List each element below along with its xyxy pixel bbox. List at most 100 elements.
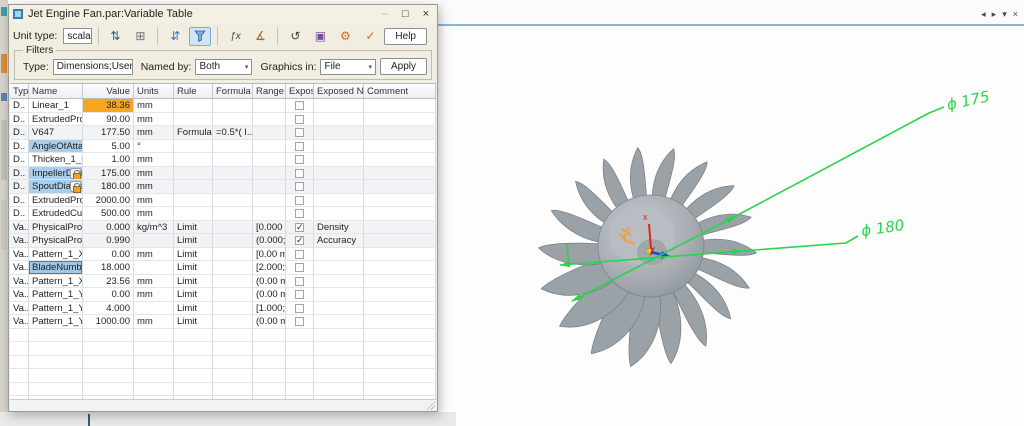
column-header-comment[interactable]: Comment — [364, 84, 436, 98]
table-row[interactable]: Va..Pattern_1_YD...4.000Limit[1.000;) — [10, 302, 436, 316]
cell-expose[interactable] — [286, 207, 314, 220]
expose-checkbox[interactable] — [295, 250, 304, 259]
cell-expose[interactable] — [286, 234, 314, 247]
empty-cell[interactable] — [286, 342, 314, 355]
cell-comment[interactable] — [364, 140, 436, 153]
tab-scroll-right-icon[interactable]: ▸ — [992, 9, 997, 19]
cell-name[interactable]: Pattern_1_XD... — [29, 275, 83, 288]
refresh-icon[interactable]: ↺ — [284, 27, 306, 46]
cell-range[interactable]: (0.000;1... — [253, 234, 286, 247]
cell-exposed-name[interactable] — [314, 126, 364, 139]
empty-cell[interactable] — [134, 329, 174, 342]
cell-comment[interactable] — [364, 99, 436, 112]
cell-value[interactable]: 23.56 — [83, 275, 134, 288]
empty-table-row[interactable] — [10, 356, 436, 370]
cell-range[interactable]: [2.000;) — [253, 261, 286, 274]
empty-table-row[interactable] — [10, 342, 436, 356]
cell-range[interactable] — [253, 194, 286, 207]
cell-type[interactable]: D.. — [10, 140, 29, 153]
empty-table-row[interactable] — [10, 329, 436, 343]
cell-formula[interactable] — [213, 99, 253, 112]
cell-expose[interactable] — [286, 180, 314, 193]
column-header-value[interactable]: Value — [83, 84, 134, 98]
variable-name[interactable]: V647 — [32, 127, 54, 138]
cell-comment[interactable] — [364, 248, 436, 261]
cell-value[interactable]: 0.00 — [83, 288, 134, 301]
variable-name[interactable]: Linear_1 — [32, 100, 69, 111]
empty-cell[interactable] — [364, 329, 436, 342]
cell-value[interactable]: 175.00 — [83, 167, 134, 180]
cell-units[interactable] — [134, 302, 174, 315]
reorder-icon[interactable]: ⇵ — [164, 27, 186, 46]
cell-value[interactable]: 2000.00 — [83, 194, 134, 207]
variable-name[interactable]: ExtrudedProt... — [32, 195, 83, 206]
cell-type[interactable]: D.. — [10, 207, 29, 220]
empty-cell[interactable] — [286, 369, 314, 382]
cell-exposed-name[interactable] — [314, 194, 364, 207]
tab-scroll-left-icon[interactable]: ◂ — [981, 9, 986, 19]
cell-comment[interactable] — [364, 153, 436, 166]
cell-formula[interactable] — [213, 248, 253, 261]
maximize-button[interactable]: □ — [402, 8, 409, 20]
cell-rule[interactable]: Limit — [174, 288, 213, 301]
cell-range[interactable]: [0.00 m... — [253, 248, 286, 261]
cell-units[interactable]: ° — [134, 140, 174, 153]
column-header-range[interactable]: Range — [253, 84, 286, 98]
table-row[interactable]: D..V647177.50mmFormula=0.5*( I... — [10, 126, 436, 140]
empty-cell[interactable] — [286, 383, 314, 396]
cell-exposed-name[interactable] — [314, 167, 364, 180]
cell-type[interactable]: D.. — [10, 99, 29, 112]
column-header-type[interactable]: Type — [10, 84, 29, 98]
cell-comment[interactable] — [364, 180, 436, 193]
cell-rule[interactable] — [174, 99, 213, 112]
variable-name[interactable]: Pattern_1_YD... — [32, 316, 83, 327]
cell-comment[interactable] — [364, 275, 436, 288]
cell-formula[interactable] — [213, 153, 253, 166]
variable-name[interactable]: Pattern_1_XD... — [32, 249, 83, 260]
cell-value[interactable]: 177.50 — [83, 126, 134, 139]
cell-name[interactable]: AngleOfAttach — [29, 140, 83, 153]
expose-checkbox[interactable] — [295, 263, 304, 272]
cell-value[interactable]: 38.36 — [83, 99, 134, 112]
empty-cell[interactable] — [134, 342, 174, 355]
dialog-titlebar[interactable]: Jet Engine Fan.par:Variable Table – □ × — [9, 5, 437, 23]
variable-name[interactable]: Pattern_1_XD... — [32, 276, 83, 287]
copy-table-icon[interactable]: ▣ — [309, 27, 331, 46]
cell-exposed-name[interactable] — [314, 288, 364, 301]
cell-range[interactable] — [253, 113, 286, 126]
table-row[interactable]: Va..BladeNumber18.000Limit[2.000;) — [10, 261, 436, 275]
empty-cell[interactable] — [134, 369, 174, 382]
column-header-exposedna[interactable]: Exposed Na... — [314, 84, 364, 98]
empty-cell[interactable] — [213, 342, 253, 355]
cell-range[interactable]: (0.00 m... — [253, 315, 286, 328]
cell-units[interactable]: mm — [134, 153, 174, 166]
empty-cell[interactable] — [314, 342, 364, 355]
cell-comment[interactable] — [364, 113, 436, 126]
cell-rule[interactable] — [174, 140, 213, 153]
expose-checkbox[interactable] — [295, 155, 304, 164]
cell-value[interactable]: 1000.00 — [83, 315, 134, 328]
expose-checkbox[interactable] — [295, 236, 304, 245]
cell-expose[interactable] — [286, 113, 314, 126]
cell-comment[interactable] — [364, 221, 436, 234]
cell-rule[interactable]: Limit — [174, 315, 213, 328]
empty-cell[interactable] — [253, 356, 286, 369]
empty-cell[interactable] — [29, 356, 83, 369]
cell-units[interactable]: mm — [134, 99, 174, 112]
cell-formula[interactable] — [213, 140, 253, 153]
cell-name[interactable]: Pattern_1_XD... — [29, 248, 83, 261]
expose-checkbox[interactable] — [295, 277, 304, 286]
empty-cell[interactable] — [253, 342, 286, 355]
empty-cell[interactable] — [29, 329, 83, 342]
cell-formula[interactable] — [213, 261, 253, 274]
cell-expose[interactable] — [286, 140, 314, 153]
cell-comment[interactable] — [364, 126, 436, 139]
cell-type[interactable]: Va.. — [10, 221, 29, 234]
table-row[interactable]: D..Linear_1 38.36mm — [10, 99, 436, 113]
cell-value[interactable]: 4.000 — [83, 302, 134, 315]
cell-range[interactable] — [253, 140, 286, 153]
cell-expose[interactable] — [286, 275, 314, 288]
cell-expose[interactable] — [286, 315, 314, 328]
fan-blade[interactable] — [696, 236, 756, 258]
cell-formula[interactable] — [213, 207, 253, 220]
